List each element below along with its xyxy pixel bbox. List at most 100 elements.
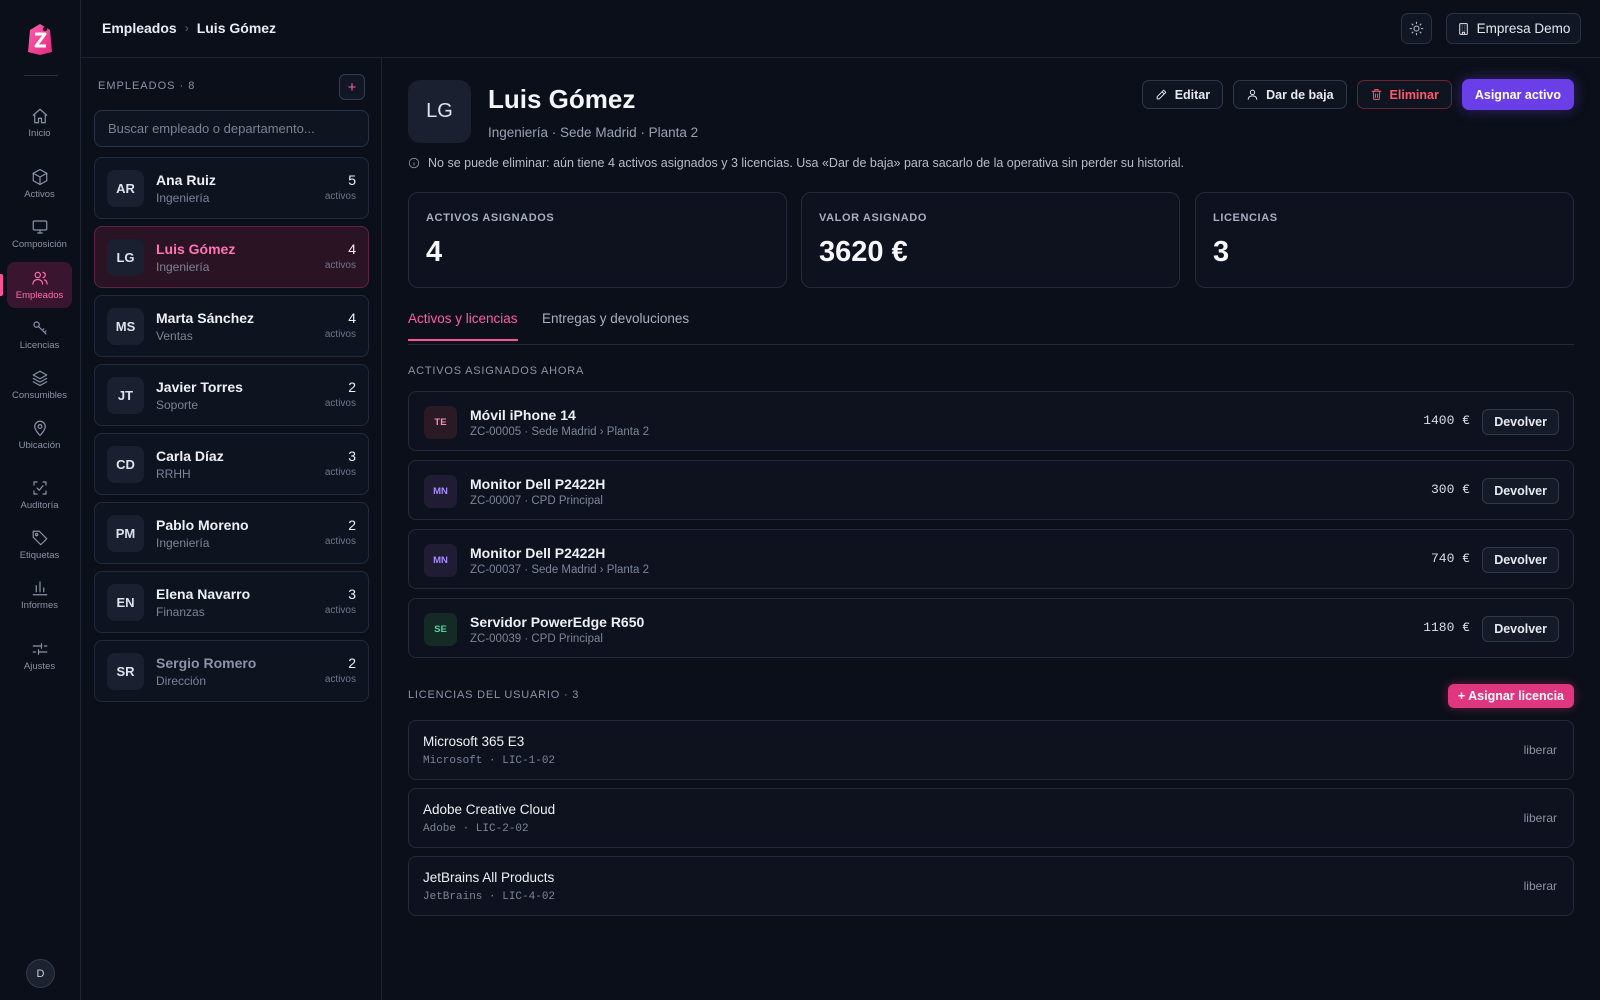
trash-icon — [1371, 89, 1381, 100]
employee-asset-count: 3 — [348, 448, 356, 464]
nav-activos[interactable]: Activos — [7, 161, 72, 207]
nav-informes[interactable]: Informes — [7, 572, 72, 618]
tab-assets-licenses[interactable]: Activos y licencias — [408, 311, 518, 341]
asset-price: 740 € — [1430, 551, 1470, 566]
release-license-link[interactable]: liberar — [1524, 811, 1557, 825]
sun-icon — [1409, 21, 1424, 36]
employee-item[interactable]: EN Elena Navarro Finanzas 3 activos — [94, 571, 369, 633]
license-name: Adobe Creative Cloud — [423, 802, 556, 817]
tab-deliveries-returns[interactable]: Entregas y devoluciones — [542, 311, 689, 339]
nav-label: Inicio — [28, 128, 51, 139]
asset-name[interactable]: Monitor Dell P2422H — [470, 476, 605, 492]
nav-label: Consumibles — [12, 390, 67, 401]
user-avatar[interactable]: D — [26, 959, 55, 988]
return-button[interactable]: Devolver — [1482, 478, 1559, 504]
nav-ubicacion[interactable]: Ubicación — [7, 412, 72, 458]
license-meta: Microsoft · LIC-1-02 — [423, 755, 556, 767]
employee-item[interactable]: MS Marta Sánchez Ventas 4 activos — [94, 295, 369, 357]
tag-icon — [32, 530, 47, 546]
employee-asset-count: 2 — [348, 517, 356, 533]
add-employee-button[interactable]: + — [339, 74, 365, 100]
stat-value: 3620 € — [819, 236, 908, 268]
asset-price: 1400 € — [1423, 413, 1470, 428]
employee-count-label: activos — [324, 329, 356, 340]
asset-meta: ZC-00007 · CPD Principal — [470, 495, 603, 507]
nav-licencias[interactable]: Licencias — [7, 312, 72, 358]
notice-text: No se puede eliminar: aún tiene 4 activo… — [428, 156, 1184, 170]
nav-consumibles[interactable]: Consumibles — [7, 362, 72, 408]
nav-empleados[interactable]: Empleados — [0, 262, 72, 308]
delete-button[interactable]: Eliminar — [1356, 80, 1452, 109]
stat-value: 4 — [426, 236, 443, 268]
employee-item[interactable]: PM Pablo Moreno Ingeniería 2 activos — [94, 502, 369, 564]
employee-name: Elena Navarro — [156, 586, 251, 602]
asset-row: TE Móvil iPhone 14 ZC-00005 · Sede Madri… — [408, 391, 1574, 451]
sidebar: Inicio Activos Composición Empleados Lic… — [0, 0, 81, 1000]
nav-auditoria[interactable]: Auditoría — [7, 472, 72, 518]
deactivate-button[interactable]: Dar de baja — [1233, 80, 1347, 109]
employee-department: RRHH — [156, 467, 191, 481]
breadcrumb-employees[interactable]: Empleados — [102, 20, 177, 36]
asset-meta: ZC-00037 · Sede Madrid › Planta 2 — [470, 564, 649, 576]
employee-name: Javier Torres — [156, 379, 243, 395]
asset-name[interactable]: Móvil iPhone 14 — [470, 407, 576, 423]
nav-label: Licencias — [19, 340, 60, 351]
theme-toggle-button[interactable] — [1401, 13, 1432, 44]
box-icon — [32, 168, 47, 186]
nav-label: Etiquetas — [19, 550, 60, 561]
nav-etiquetas[interactable]: Etiquetas — [7, 522, 72, 568]
company-selector[interactable]: Empresa Demo — [1446, 13, 1581, 44]
monitor-icon — [32, 220, 47, 234]
nav-ajustes[interactable]: Ajustes — [7, 633, 72, 679]
return-button[interactable]: Devolver — [1482, 616, 1559, 642]
release-license-link[interactable]: liberar — [1524, 743, 1557, 757]
employee-item[interactable]: CD Carla Díaz RRHH 3 activos — [94, 433, 369, 495]
employee-list-title: EMPLEADOS · 8 — [98, 80, 196, 92]
topbar: Empleados › Luis Gómez Empresa Demo — [81, 0, 1600, 58]
employee-count-label: activos — [324, 605, 356, 616]
employee-avatar: AR — [107, 170, 144, 207]
edit-label: Editar — [1174, 87, 1211, 102]
detail-tabs: Activos y licencias Entregas y devolucio… — [408, 303, 1574, 345]
employee-count-label: activos — [324, 398, 356, 409]
employee-search-input[interactable] — [94, 110, 369, 147]
asset-meta: ZC-00005 · Sede Madrid › Planta 2 — [470, 426, 649, 438]
employee-count-label: activos — [324, 260, 356, 271]
assets-section-title: ACTIVOS ASIGNADOS AHORA — [408, 365, 585, 377]
stat-label: ACTIVOS ASIGNADOS — [426, 212, 555, 224]
employee-count-label: activos — [324, 191, 356, 202]
return-button[interactable]: Devolver — [1482, 409, 1559, 435]
asset-name[interactable]: Monitor Dell P2422H — [470, 545, 605, 561]
employee-avatar: SR — [107, 653, 144, 690]
assign-license-button[interactable]: + Asignar licencia — [1447, 684, 1574, 708]
app-logo[interactable] — [26, 22, 54, 56]
nav-composicion[interactable]: Composición — [7, 211, 72, 257]
breadcrumb-separator: › — [184, 21, 189, 35]
employee-item-selected[interactable]: LG Luis Gómez Ingeniería 4 activos — [94, 226, 369, 288]
employee-department: Ingeniería — [156, 260, 210, 274]
employee-list-panel: EMPLEADOS · 8 + AR Ana Ruiz Ingeniería 5… — [81, 58, 382, 1000]
rail-divider — [24, 75, 58, 76]
users-icon — [31, 271, 48, 285]
employee-avatar: EN — [107, 584, 144, 621]
employee-item[interactable]: AR Ana Ruiz Ingeniería 5 activos — [94, 157, 369, 219]
company-name: Empresa Demo — [1476, 21, 1571, 36]
employee-item[interactable]: JT Javier Torres Soporte 2 activos — [94, 364, 369, 426]
asset-type-badge: SE — [424, 613, 457, 646]
pencil-icon — [1156, 89, 1167, 100]
assign-asset-button[interactable]: Asignar activo — [1461, 79, 1574, 110]
edit-button[interactable]: Editar — [1141, 80, 1224, 109]
asset-name[interactable]: Servidor PowerEdge R650 — [470, 614, 644, 630]
home-icon — [32, 108, 47, 124]
return-button[interactable]: Devolver — [1482, 547, 1559, 573]
employee-department: Ingeniería — [156, 191, 210, 205]
release-license-link[interactable]: liberar — [1524, 879, 1557, 893]
nav-label: Informes — [21, 600, 58, 611]
license-name: JetBrains All Products — [423, 870, 555, 885]
key-icon — [32, 321, 47, 335]
nav-inicio[interactable]: Inicio — [7, 100, 72, 146]
employee-item-inactive[interactable]: SR Sergio Romero Dirección 2 activos — [94, 640, 369, 702]
breadcrumb-current: Luis Gómez — [196, 20, 277, 36]
profile-subtitle: Ingeniería · Sede Madrid · Planta 2 — [488, 125, 699, 140]
asset-type-badge: TE — [424, 406, 457, 439]
